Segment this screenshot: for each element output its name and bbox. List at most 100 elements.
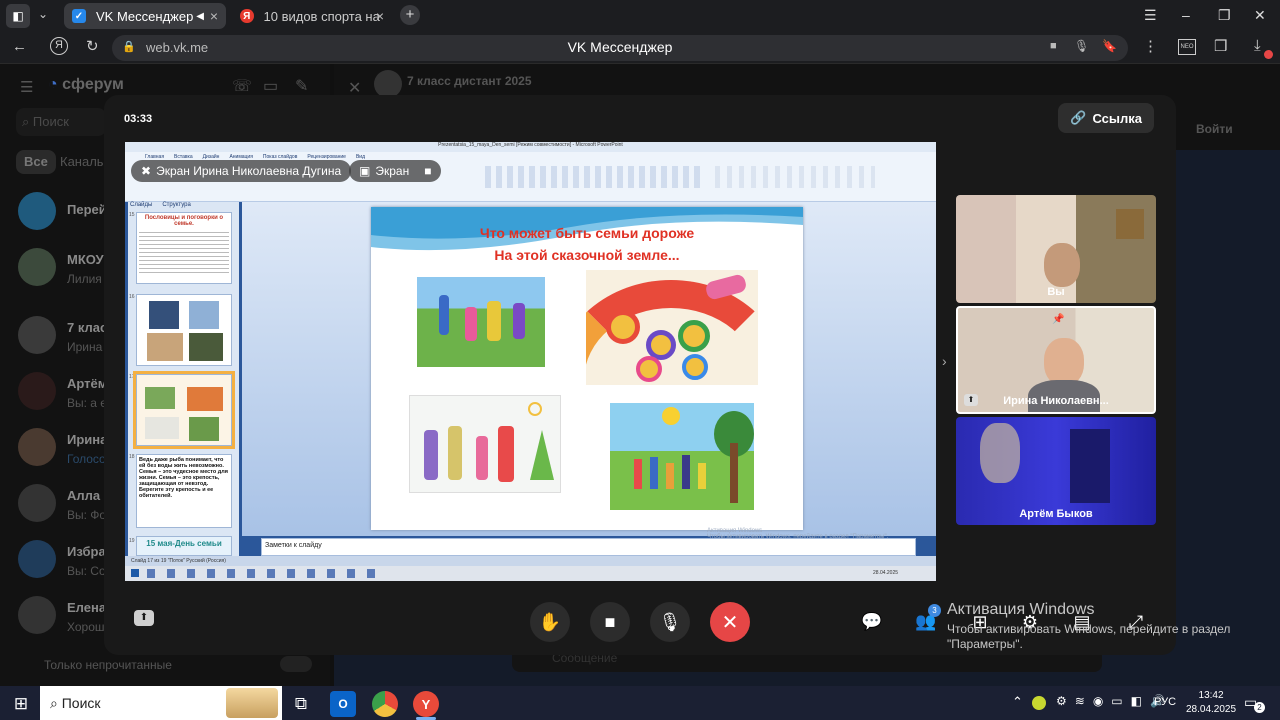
participants-count-badge: 3	[928, 604, 941, 617]
participant-tile-artem[interactable]: Артём Быков	[956, 417, 1156, 525]
vk-favicon-icon: ✓	[72, 9, 86, 23]
screen-share-icon: ▣	[359, 164, 371, 178]
downloads-badge	[1264, 50, 1273, 59]
new-tab-icon[interactable]: +	[400, 5, 420, 25]
tab-sport[interactable]: Я 10 видов спорта на немец ×	[232, 3, 392, 29]
participant-head	[1044, 243, 1080, 287]
windows-activation-watermark: Активация Windows Чтобы активировать Win…	[947, 601, 1231, 651]
family-drawing-3	[409, 395, 561, 493]
avatar	[18, 596, 56, 634]
yandex-favicon-icon: Я	[240, 9, 254, 23]
shared-start-icon	[131, 569, 139, 577]
shared-taskbar: 28.04.2025	[125, 566, 936, 581]
participant-head	[1044, 338, 1084, 386]
ribbon-tools-right	[715, 166, 875, 188]
tray-status-icon[interactable]	[1032, 696, 1046, 710]
slide-thumbnail[interactable]	[136, 294, 232, 366]
participant-tile-irina[interactable]: 📌 ⬆ Ирина Николаевн...	[956, 306, 1156, 414]
thumb-image	[145, 417, 179, 439]
task-view-icon[interactable]: ⧉	[288, 691, 314, 717]
taskbar-search[interactable]: ⌕ Поиск	[40, 686, 282, 720]
enter-button[interactable]: Войти	[1196, 122, 1233, 136]
participant-door	[1070, 429, 1110, 503]
chrome-icon[interactable]	[372, 691, 398, 717]
microphone-button[interactable]: 🎙	[650, 602, 690, 642]
filter-all[interactable]: Все	[16, 150, 56, 174]
ribbon-tools	[485, 166, 705, 188]
pin-icon: ✖	[141, 164, 152, 178]
url-field[interactable]: 🔒 web.vk.me VK Мессенджер ■ 🎙 🔖	[112, 35, 1128, 61]
maximize-icon[interactable]: ❐	[1218, 7, 1231, 24]
call-icon[interactable]: ☏	[232, 76, 252, 96]
outlook-icon[interactable]: O	[330, 691, 356, 717]
menu-icon[interactable]: ☰	[20, 78, 33, 96]
thumb-image	[187, 387, 223, 411]
archive-icon[interactable]: ▭	[263, 76, 278, 96]
hamburger-menu-icon[interactable]: ☰	[1144, 7, 1157, 24]
avatar	[18, 372, 56, 410]
bookmark-icon[interactable]: 🔖	[1102, 39, 1117, 53]
minimize-icon[interactable]: –	[1182, 7, 1190, 23]
participant-video	[1116, 209, 1144, 239]
unread-only-label: Только непрочитанные	[44, 658, 172, 672]
slides-panel: Слайды Структура 15 Пословицы и поговорки…	[128, 202, 239, 556]
more-icon[interactable]: ⋮	[1143, 37, 1158, 55]
language-indicator[interactable]: РУС	[1154, 696, 1176, 708]
tabs-dropdown-icon[interactable]: ⌄	[38, 7, 48, 21]
window-close-icon[interactable]: ✕	[1254, 7, 1266, 24]
sound-icon[interactable]: ◀	[196, 11, 204, 22]
close-icon[interactable]: ×	[210, 8, 218, 24]
call-timer: 03:33	[124, 113, 153, 125]
link-button[interactable]: 🔗 Ссылка	[1058, 103, 1154, 133]
close-icon[interactable]: ×	[376, 8, 384, 24]
slide-thumbnail[interactable]: Пословицы и поговорки о семье.	[136, 212, 232, 284]
compose-icon[interactable]: ✎	[295, 76, 308, 96]
slide-thumbnail[interactable]: 15 мая-День семьи	[136, 536, 232, 556]
pin-icon[interactable]: 📌	[1052, 314, 1064, 325]
back-icon[interactable]: ←	[12, 38, 27, 55]
address-bar: ← Я ↻ 🔒 web.vk.me VK Мессенджер ■ 🎙 🔖 ⋮ …	[0, 32, 1280, 64]
slide-notes[interactable]: Заметки к слайду	[261, 538, 916, 556]
yandex-icon[interactable]: Я	[50, 37, 68, 55]
camera-button[interactable]: ■	[590, 602, 630, 642]
end-call-button[interactable]: ✕	[710, 602, 750, 642]
slide-thumbnail[interactable]: Ведь даже рыба понимает, что ей без воды…	[136, 454, 232, 528]
clock[interactable]: 13:42 28.04.2025	[1186, 689, 1236, 717]
thumb-image	[145, 387, 175, 409]
collections-icon[interactable]: ❒	[1214, 37, 1227, 55]
slide-workspace: Что может быть семьи дороже На этой сказ…	[242, 202, 936, 536]
start-button[interactable]: ⊞	[8, 691, 34, 717]
shared-screen: Prezentatsia_15_maya_Den_semi [Режим сов…	[125, 142, 936, 581]
family-drawing-4	[610, 403, 754, 510]
search-input[interactable]: ⌕ Поиск	[16, 108, 106, 136]
participant-tile-you[interactable]: Вы	[956, 195, 1156, 303]
chat-button[interactable]: 💬	[852, 602, 892, 642]
yandex-browser-icon[interactable]: Y	[413, 691, 439, 717]
collapse-panel-icon[interactable]: ›	[942, 353, 947, 369]
screen-pill[interactable]: ▣ Экран ■	[349, 160, 442, 182]
link-icon: 🔗	[1070, 110, 1087, 125]
avatar	[18, 248, 56, 286]
current-slide: Что может быть семьи дороже На этой сказ…	[371, 207, 803, 530]
search-icon: ⌕	[22, 114, 30, 129]
tab-vk-messenger[interactable]: ✓ VK Мессенджер ◀ ×	[64, 3, 226, 29]
share-screen-button[interactable]: ⬆	[134, 610, 154, 626]
browser-menu-icon[interactable]: ◧	[6, 4, 30, 28]
downloads-icon[interactable]: ⤓	[1254, 37, 1261, 54]
avatar	[18, 540, 56, 578]
camera-icon[interactable]: ■	[1050, 40, 1057, 52]
avatar	[18, 192, 56, 230]
notifications-badge: 2	[1254, 702, 1265, 713]
camera-icon: ■	[424, 164, 432, 178]
unread-only-toggle[interactable]	[280, 656, 312, 672]
filter-channels[interactable]: Каналы	[60, 154, 106, 169]
slide-title-2: На этой сказочной земле...	[494, 247, 680, 263]
presenter-pill: ✖ Экран Ирина Николаевна Дугина	[131, 160, 352, 182]
neo-icon[interactable]: NEO	[1178, 39, 1196, 55]
brand-logo: ◔ сферум	[48, 76, 124, 93]
microphone-icon[interactable]: 🎙	[1074, 39, 1089, 53]
raise-hand-button[interactable]: ✋	[530, 602, 570, 642]
show-hidden-icons[interactable]: ⌃	[1012, 694, 1023, 710]
slide-thumbnail-selected[interactable]	[133, 371, 235, 449]
reload-icon[interactable]: ↻	[86, 37, 99, 55]
